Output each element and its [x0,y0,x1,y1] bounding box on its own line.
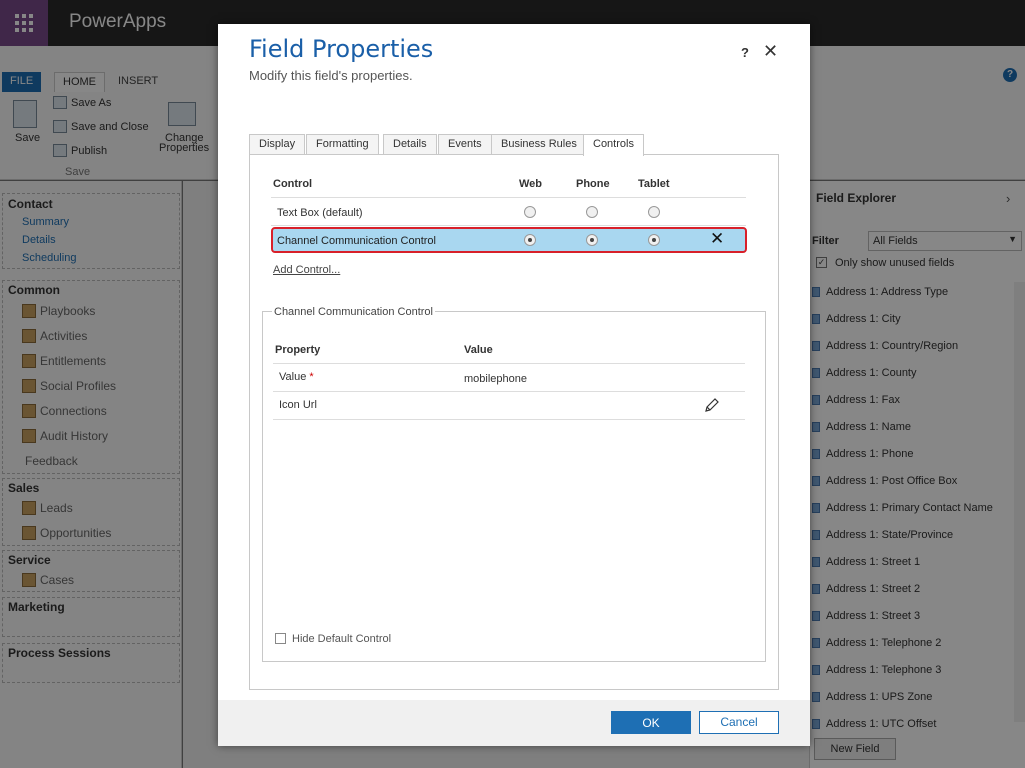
property-icon-url-label: Icon Url [279,399,317,411]
close-icon[interactable]: ✕ [763,41,778,62]
radio-textbox-web[interactable] [524,206,536,218]
property-value-label: Value * [279,371,314,383]
control-row-text-box[interactable]: Text Box (default) [277,207,363,219]
control-properties-legend: Channel Communication Control [272,306,435,318]
divider [271,197,746,198]
column-header-web: Web [519,178,543,190]
hide-default-control-label: Hide Default Control [292,633,392,645]
dialog-help-icon[interactable]: ? [741,45,749,60]
radio-channel-phone[interactable] [586,234,598,246]
tab-business-rules[interactable]: Business Rules [491,134,587,155]
column-header-property: Property [275,344,321,356]
property-value-field[interactable]: mobilephone [464,373,527,385]
divider [273,419,745,420]
divider [273,391,745,392]
control-row-channel-communication[interactable]: Channel Communication Control [277,235,436,247]
divider [273,363,745,364]
add-control-link[interactable]: Add Control... [273,264,340,276]
tab-display[interactable]: Display [249,134,306,155]
radio-textbox-tablet[interactable] [648,206,660,218]
tab-details[interactable]: Details [383,134,437,155]
tab-controls[interactable]: Controls [583,134,644,156]
cancel-button[interactable]: Cancel [699,711,779,734]
edit-pencil-icon[interactable] [704,397,720,413]
radio-channel-web[interactable] [524,234,536,246]
ok-button[interactable]: OK [611,711,691,734]
field-properties-dialog: Field Properties Modify this field's pro… [218,24,810,746]
dialog-subtitle: Modify this field's properties. [249,68,413,83]
hide-default-control-checkbox[interactable] [275,633,286,644]
tab-events[interactable]: Events [438,134,492,155]
radio-textbox-phone[interactable] [586,206,598,218]
required-marker: * [309,371,314,383]
dialog-title: Field Properties [249,35,434,63]
column-header-control: Control [273,178,313,190]
column-header-value: Value [464,344,493,356]
property-name: Value [279,371,307,383]
remove-control-icon[interactable]: ✕ [710,229,724,249]
divider [271,225,746,226]
column-header-phone: Phone [576,178,610,190]
tab-formatting[interactable]: Formatting [306,134,379,155]
column-header-tablet: Tablet [638,178,670,190]
radio-channel-tablet[interactable] [648,234,660,246]
